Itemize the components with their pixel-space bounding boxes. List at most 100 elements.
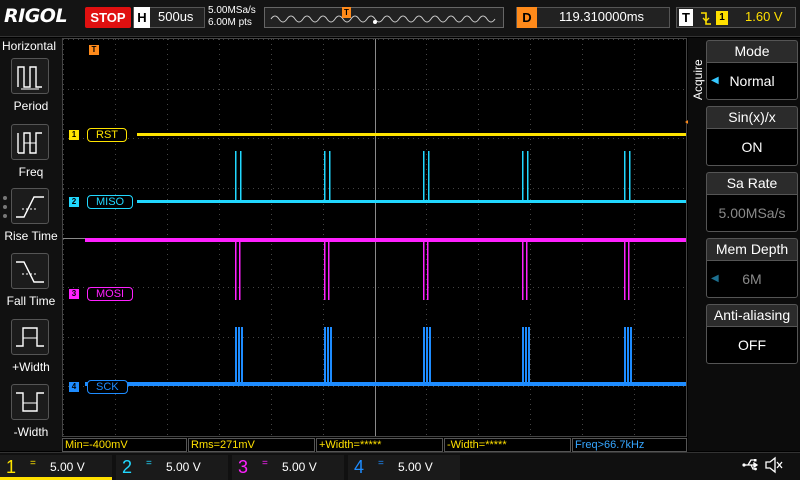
ch2-pulse: [629, 151, 631, 201]
channel-status-bar: 1 = 5.00 V 2 = 5.00 V 3 = 5.00 V 4 = 5.0…: [0, 452, 800, 480]
freq-icon: [11, 124, 49, 160]
measurement-results-bar: Min=-400mV Rms=271mV +Width=***** -Width…: [62, 437, 687, 452]
waveform-display[interactable]: T 1 RST 2 MISO 3 MOSI 4 SCK: [62, 38, 693, 437]
sample-rate-menu-value: 5.00MSa/s: [706, 194, 798, 232]
measure-rise-time-label: Rise Time: [4, 229, 58, 243]
trigger-level-value: 1.60 V: [745, 9, 783, 24]
measure-freq-label: Freq: [18, 165, 44, 179]
sinx-label: Sin(x)/x: [706, 106, 798, 128]
measure-period-label: Period: [13, 99, 49, 113]
ch4-pulse: [528, 327, 530, 384]
ch1-trace: [137, 133, 686, 136]
ch1-status[interactable]: 1 = 5.00 V: [0, 455, 112, 480]
ch4-status[interactable]: 4 = 5.00 V: [348, 455, 460, 480]
measurement-pos-width[interactable]: +Width=*****: [316, 438, 443, 452]
ch4-pulse: [241, 327, 243, 384]
ch3-coupling: =: [262, 458, 268, 469]
ch4-scale: 5.00 V: [398, 460, 433, 474]
measure-neg-width-label: -Width: [13, 425, 49, 439]
ch4-label[interactable]: SCK: [87, 380, 128, 394]
ch4-pulse: [423, 327, 425, 384]
mem-depth-menu-item[interactable]: Mem Depth ◀ 6M: [706, 238, 798, 298]
sinx-menu-item[interactable]: Sin(x)/x ON: [706, 106, 798, 166]
brand-logo: RIGOL: [4, 5, 68, 27]
ch2-pulse: [423, 151, 425, 201]
ch3-label[interactable]: MOSI: [87, 287, 134, 301]
ch2-pulse: [324, 151, 326, 201]
measure-fall-time-button[interactable]: Fall Time: [0, 253, 62, 317]
ch2-status[interactable]: 2 = 5.00 V: [116, 455, 228, 480]
pos-width-icon: [11, 319, 49, 355]
ch2-number: 2: [122, 457, 133, 477]
menu-title: Horizontal: [2, 39, 57, 53]
sinx-value[interactable]: ON: [706, 128, 798, 166]
ch4-pulse: [324, 327, 326, 384]
ch2-pulse: [522, 151, 524, 201]
ch1-number: 1: [6, 457, 17, 477]
timebase-display[interactable]: H 500us: [133, 7, 205, 28]
ch4-trace: [85, 382, 686, 386]
ch1-label[interactable]: RST: [87, 128, 127, 142]
ch4-pulse: [525, 327, 527, 384]
ch4-pulse: [630, 327, 632, 384]
measure-rise-time-button[interactable]: Rise Time: [0, 188, 62, 252]
ch2-pulse: [527, 151, 529, 201]
fall-time-icon: [11, 253, 49, 289]
falling-edge-icon: [699, 9, 713, 30]
ch1-coupling: =: [30, 458, 36, 469]
memory-waveform-preview: [270, 15, 496, 24]
ch3-pulse: [423, 238, 425, 300]
acquire-menu-title: Acquire: [691, 59, 705, 100]
ch1-scale: 5.00 V: [50, 460, 85, 474]
speaker-muted-icon[interactable]: [764, 456, 784, 474]
mode-label: Mode: [706, 40, 798, 62]
ch2-pulse: [624, 151, 626, 201]
measure-pos-width-button[interactable]: +Width: [0, 319, 62, 383]
measurement-min[interactable]: Min=-400mV: [62, 438, 187, 452]
trigger-display[interactable]: T 1 1.60 V: [676, 7, 796, 28]
measurement-freq[interactable]: Freq>66.7kHz: [572, 438, 687, 452]
ch4-number: 4: [354, 457, 365, 477]
delay-display[interactable]: D 119.310000ms: [516, 7, 670, 28]
ch1-offset-marker[interactable]: 1: [69, 130, 79, 140]
ch3-pulse: [328, 238, 330, 300]
anti-aliasing-menu-item[interactable]: Anti-aliasing OFF: [706, 304, 798, 364]
measurement-rms[interactable]: Rms=271mV: [188, 438, 315, 452]
ch2-label[interactable]: MISO: [87, 195, 134, 209]
period-icon: [11, 58, 49, 94]
ch3-status[interactable]: 3 = 5.00 V: [232, 455, 344, 480]
anti-aliasing-value[interactable]: OFF: [706, 326, 798, 364]
measure-pos-width-label: +Width: [12, 360, 50, 374]
ch3-pulse: [624, 238, 626, 300]
measure-fall-time-label: Fall Time: [6, 294, 56, 308]
selector-arrow-icon: ◀: [711, 75, 719, 86]
ch3-pulse: [235, 238, 237, 300]
mode-value[interactable]: ◀ Normal: [706, 62, 798, 100]
ch4-pulse: [330, 327, 332, 384]
trigger-position-marker: T: [342, 7, 351, 18]
ch4-pulse: [426, 327, 428, 384]
run-stop-indicator[interactable]: STOP: [85, 7, 131, 28]
ch2-offset-marker[interactable]: 2: [69, 197, 79, 207]
ch4-offset-marker[interactable]: 4: [69, 382, 79, 392]
ch2-pulse: [329, 151, 331, 201]
measure-freq-button[interactable]: Freq: [0, 124, 62, 188]
ch2-trace: [137, 200, 686, 203]
measure-period-button[interactable]: Period: [0, 58, 62, 122]
measure-neg-width-button[interactable]: -Width: [0, 384, 62, 448]
measurement-neg-width[interactable]: -Width=*****: [444, 438, 571, 452]
ch3-pulse: [526, 238, 528, 300]
mode-menu-item[interactable]: Mode ◀ Normal: [706, 40, 798, 100]
selector-arrow-icon: ◀: [711, 273, 719, 284]
ch4-pulse: [627, 327, 629, 384]
sample-rate-menu-item: Sa Rate 5.00MSa/s: [706, 172, 798, 232]
ch3-offset-marker[interactable]: 3: [69, 289, 79, 299]
ch2-pulse: [235, 151, 237, 201]
mem-depth-value[interactable]: ◀ 6M: [706, 260, 798, 298]
trigger-key-badge: T: [679, 9, 693, 26]
ch3-pulse: [324, 238, 326, 300]
ch3-pulse: [522, 238, 524, 300]
memory-points-value: 6.00M pts: [208, 17, 252, 28]
sample-rate-value: 5.00MSa/s: [208, 5, 256, 16]
status-bar: RIGOL STOP H 500us 5.00MSa/s 6.00M pts T…: [0, 0, 800, 37]
